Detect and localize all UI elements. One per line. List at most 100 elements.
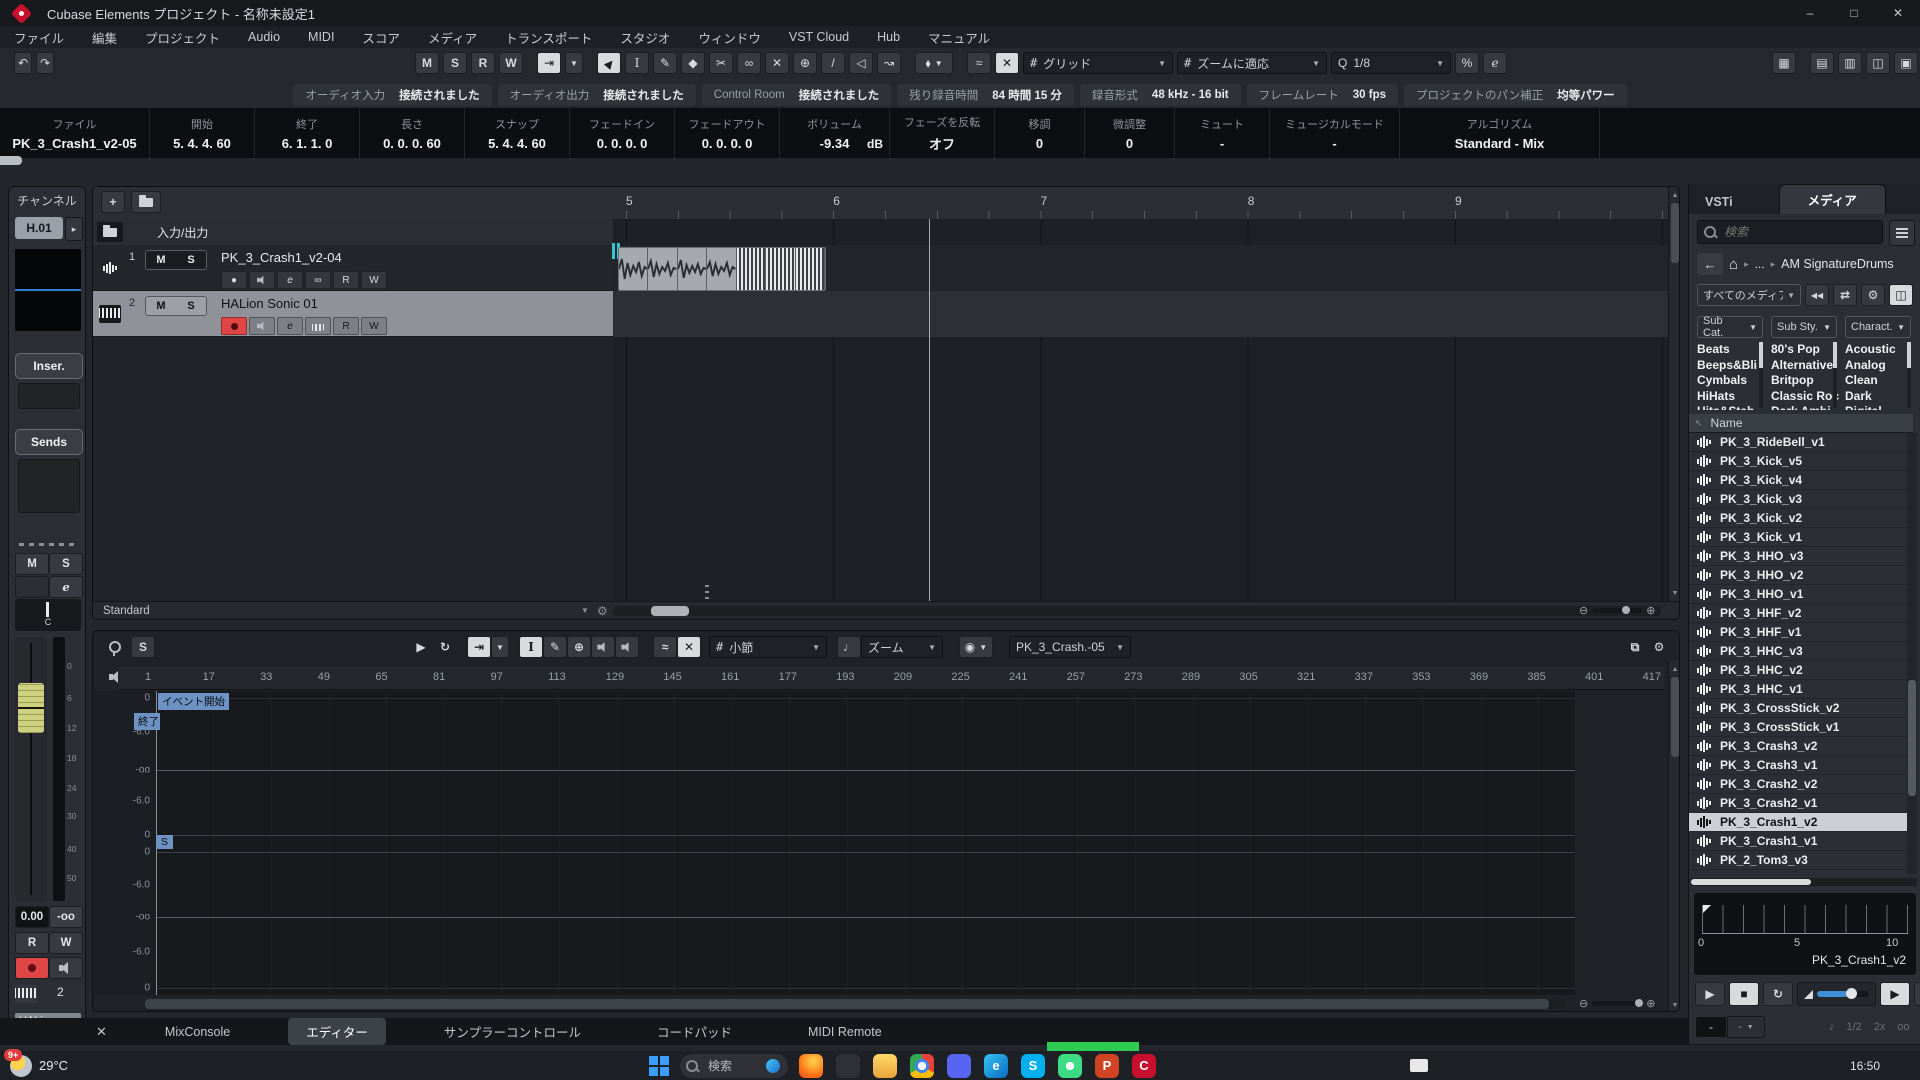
right-zone-layout-button[interactable]: ◫	[1866, 52, 1890, 74]
selected-audio-event[interactable]	[737, 248, 766, 290]
taskbar-app-icon[interactable]: e	[984, 1054, 1008, 1078]
listen-button[interactable]	[15, 576, 49, 598]
pin-icon[interactable]	[109, 641, 121, 653]
track-monitor-button[interactable]	[249, 317, 275, 335]
event-display-area[interactable]	[613, 219, 1669, 601]
filter-item[interactable]: Acoustic	[1845, 342, 1915, 358]
glue-tool[interactable]: ∞	[737, 52, 761, 74]
breadcrumb-current[interactable]: AM SignatureDrums	[1781, 257, 1894, 271]
editor-zoom-controls[interactable]: ⊖⊕	[1579, 997, 1655, 1010]
filter-item[interactable]: Beeps&Bli	[1697, 358, 1767, 374]
breadcrumb-ellipsis[interactable]: ...	[1755, 257, 1765, 271]
subcat-dropdown[interactable]: Sub Cat.▼	[1697, 316, 1763, 338]
object-selection-tool[interactable]: ▶	[597, 52, 621, 74]
editor-loop-button[interactable]: ↻	[433, 636, 457, 658]
info-column[interactable]: フェードイン 0. 0. 0. 0	[570, 108, 675, 158]
gain-value[interactable]: 0.00	[15, 906, 49, 928]
media-list-item[interactable]: PK_2_Tom3_v3	[1689, 851, 1907, 870]
track-preset-label[interactable]: Standard	[103, 605, 150, 617]
swing-button[interactable]: %	[1455, 52, 1479, 74]
menu-item[interactable]: ウィンドウ	[684, 28, 775, 47]
maximize-button[interactable]: □	[1832, 0, 1876, 26]
media-list-item[interactable]: PK_3_Crash2_v2	[1689, 775, 1907, 794]
taskbar-app-icon[interactable]	[910, 1054, 934, 1078]
info-column[interactable]: 終了 6. 1. 1. 0	[255, 108, 360, 158]
filter-item[interactable]: Hits&Stab	[1697, 404, 1767, 410]
zoom-tool[interactable]: ⊕	[793, 52, 817, 74]
track-write-button[interactable]: W	[361, 271, 387, 289]
info-column[interactable]: スナップ 5. 4. 4. 60	[465, 108, 570, 158]
vertical-scrollbar[interactable]: ▲ ▼	[1668, 187, 1680, 601]
tab-media[interactable]: メディア	[1779, 184, 1886, 214]
open-in-window-icon[interactable]: ⧉	[1623, 636, 1647, 658]
track-mute-button[interactable]: M	[146, 297, 176, 315]
media-list-item[interactable]: PK_3_HHO_v3	[1689, 547, 1907, 566]
media-list-item[interactable]: PK_3_HHC_v1	[1689, 680, 1907, 699]
media-list-item[interactable]: PK_3_RideBell_v1	[1689, 433, 1907, 452]
menu-item[interactable]: トランスポート	[491, 28, 606, 47]
editor-play-button[interactable]: ▶	[409, 636, 433, 658]
media-list-item[interactable]: PK_3_Kick_v3	[1689, 490, 1907, 509]
snap-on-off-button[interactable]: ✕	[995, 52, 1019, 74]
media-file-list[interactable]: PK_3_RideBell_v1 PK_3_Kick_v5 PK_3_Kick_…	[1689, 433, 1907, 874]
menu-item[interactable]: Hub	[863, 30, 914, 44]
snap-type-dropdown[interactable]: # グリッド▼	[1023, 52, 1173, 74]
setup-gear-button[interactable]: ⚙	[1861, 284, 1885, 306]
info-column[interactable]: 長さ 0. 0. 0. 60	[360, 108, 465, 158]
editor-vertical-scrollbar[interactable]: ▲ ▼	[1668, 661, 1680, 1012]
info-column[interactable]: 微調整 0	[1085, 108, 1175, 158]
event-start-label[interactable]: イベント開始	[158, 693, 229, 710]
shuffle-button[interactable]: ⇄	[1833, 284, 1857, 306]
lower-zone-tab[interactable]: MixConsole	[147, 1021, 248, 1043]
undo-button[interactable]: ↶	[14, 52, 32, 74]
editor-snap-button[interactable]: ✕	[677, 636, 701, 658]
tray-icon[interactable]	[1410, 1059, 1428, 1072]
media-search-box[interactable]	[1697, 220, 1883, 244]
subcat-list[interactable]: BeatsBeeps&BliCymbalsHiHatsHits&Stab	[1697, 342, 1767, 410]
audio-track-row[interactable]: 1 MS PK_3_Crash1_v2-04 ● e ∞ R W	[93, 245, 613, 291]
split-tool[interactable]: ✂	[709, 52, 733, 74]
play-option[interactable]: oo	[1897, 1021, 1909, 1033]
editor-range-tool[interactable]: I	[519, 636, 543, 658]
horizontal-scrollbar[interactable]	[651, 606, 689, 616]
search-input[interactable]	[1722, 224, 1866, 240]
editor-draw-tool[interactable]: ✎	[543, 636, 567, 658]
onscreen-keyboard-button[interactable]: ▦	[1772, 52, 1796, 74]
media-list-item[interactable]: PK_3_HHO_v2	[1689, 566, 1907, 585]
menu-item[interactable]: プロジェクト	[131, 28, 234, 47]
grid-type-dropdown[interactable]: # ズームに適応▼	[1177, 52, 1327, 74]
peak-value[interactable]: -oo	[49, 906, 83, 928]
home-icon[interactable]: ⌂	[1729, 256, 1738, 273]
track-edit-button[interactable]: e	[277, 271, 303, 289]
play-option[interactable]: ♪	[1829, 1021, 1835, 1033]
window-layout-button[interactable]: ▣	[1894, 52, 1918, 74]
lower-zone-layout-button[interactable]: ▥	[1838, 52, 1862, 74]
autoscroll-dropdown[interactable]: ▼	[565, 52, 583, 74]
editor-autoscroll-dropdown[interactable]: ▼	[491, 636, 509, 658]
filter-item[interactable]: Digital	[1845, 404, 1915, 410]
taskbar-clock[interactable]: 16:50	[1850, 1059, 1880, 1073]
folder-track[interactable]: 入力/出力	[93, 219, 613, 246]
media-list-item[interactable]: PK_3_CrossStick_v1	[1689, 718, 1907, 737]
substyle-dropdown[interactable]: Sub Sty.▼	[1771, 316, 1837, 338]
folder-track-icon[interactable]	[97, 222, 123, 242]
track-write-button[interactable]: W	[361, 317, 387, 335]
color-menu-button[interactable]: ⬧▼	[915, 52, 953, 74]
media-list-item[interactable]: PK_3_Kick_v5	[1689, 452, 1907, 471]
preset-dropdown-icon[interactable]: ▼	[581, 606, 589, 615]
preview-loop-button[interactable]: ↻	[1763, 982, 1793, 1006]
project-cursor[interactable]	[929, 219, 930, 601]
back-button[interactable]: ←	[1697, 253, 1723, 275]
play-in-project-button[interactable]: ▶	[1880, 982, 1910, 1006]
project-ruler[interactable]: 56789	[613, 187, 1669, 220]
zoom-controls[interactable]: ⊖⊕	[1579, 604, 1655, 617]
channel-mute-button[interactable]: M	[15, 553, 49, 575]
menu-item[interactable]: スコア	[348, 28, 414, 47]
menu-item[interactable]: ファイル	[0, 28, 78, 47]
substyle-list[interactable]: 80's PopAlternativeBritpopClassic RocDar…	[1771, 342, 1841, 410]
lower-zone-tab[interactable]: MIDI Remote	[790, 1021, 900, 1043]
close-lower-zone-icon[interactable]: ✕	[96, 1024, 107, 1040]
media-list-item[interactable]: PK_3_HHC_v2	[1689, 661, 1907, 680]
start-button[interactable]	[649, 1056, 669, 1076]
media-list-item[interactable]: PK_3_CrossStick_v2	[1689, 699, 1907, 718]
